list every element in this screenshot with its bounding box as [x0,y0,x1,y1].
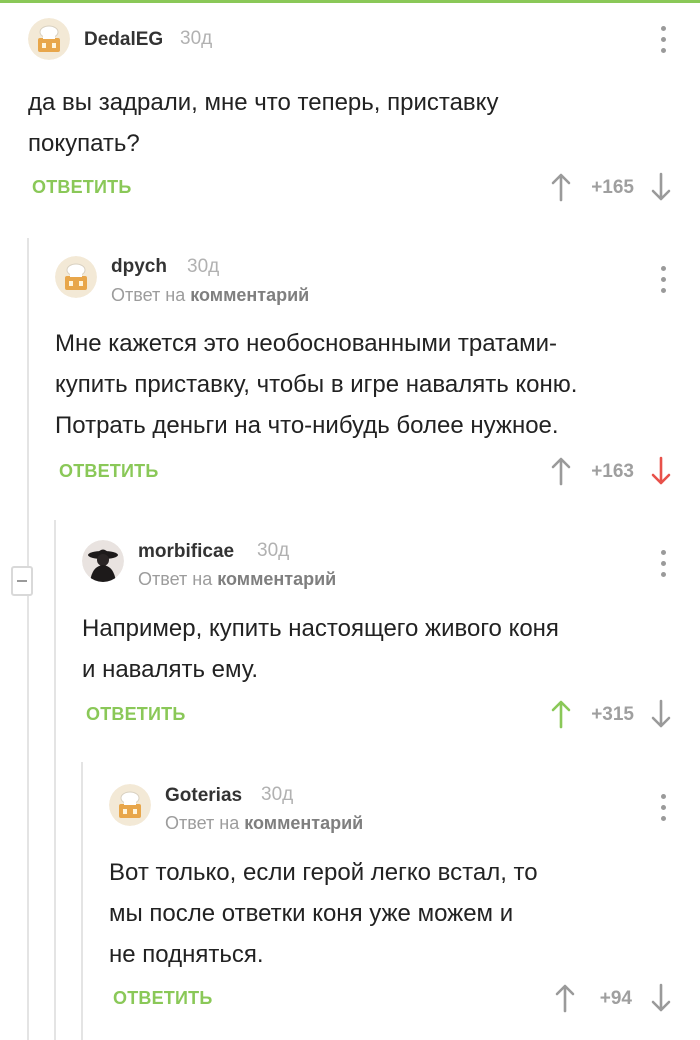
username[interactable]: dpych [111,256,167,278]
vote-block: +94 [554,983,679,1015]
username[interactable]: morbificae [138,541,234,563]
arrow-down-icon[interactable] [650,456,672,486]
top-accent-bar [0,0,700,3]
arrow-up-icon[interactable] [550,456,572,486]
comment-time: 30д [187,256,220,277]
reply-button[interactable]: ОТВЕТИТЬ [59,461,158,482]
arrow-up-icon[interactable] [550,699,572,729]
arrow-down-icon[interactable] [650,172,672,202]
comment-text: да вы задрали, мне что теперь, приставку… [28,89,499,157]
reply-to-note: Ответ на комментарий [165,813,364,833]
vote-score: +163 [591,461,634,482]
thread-line-level-2 [54,520,56,1040]
username[interactable]: DedalEG [84,29,163,51]
arrow-down-icon[interactable] [650,983,672,1013]
comment-text: Мне кажется это необоснованными тратами-… [55,330,578,439]
vote-score: +315 [591,704,634,725]
avatar[interactable] [55,256,97,298]
vote-score: +94 [599,988,632,1009]
reply-button[interactable]: ОТВЕТИТЬ [32,177,131,198]
hooded-figure-avatar-icon [82,540,124,582]
minus-icon [17,580,27,582]
comment-goterias: Goterias 30д Ответ на комментарий Вот то… [109,784,678,1024]
comment-dedaleg: DedalEG 30д да вы задрали, мне что тепер… [28,18,678,208]
thread-line-level-3 [81,762,83,1040]
more-options-icon[interactable] [658,266,668,296]
reply-to-link[interactable]: комментарий [217,569,336,589]
reply-to-note: Ответ на комментарий [138,569,337,589]
comment-morbificae: morbificae 30д Ответ на комментарий Напр… [82,540,678,740]
vote-score: +165 [591,177,634,198]
comment-dpych: dpych 30д Ответ на комментарий Мне кажет… [55,256,678,496]
more-options-icon[interactable] [658,794,668,824]
more-options-icon[interactable] [658,26,668,56]
avatar[interactable] [28,18,70,60]
vote-block: +165 [550,172,680,204]
chef-avatar-icon [109,784,151,826]
arrow-up-icon[interactable] [550,172,572,202]
reply-button[interactable]: ОТВЕТИТЬ [86,704,185,725]
avatar[interactable] [82,540,124,582]
username[interactable]: Goterias [165,785,242,807]
comment-text: Например, купить настоящего живого коня … [82,615,559,683]
comment-time: 30д [257,540,290,561]
vote-block: +315 [550,699,680,731]
comment-time: 30д [261,784,294,805]
reply-to-link[interactable]: комментарий [190,285,309,305]
thread-line-level-1 [27,238,29,1040]
comment-text: Вот только, если герой легко встал, то м… [109,859,538,968]
avatar[interactable] [109,784,151,826]
reply-to-note: Ответ на комментарий [111,285,310,305]
more-options-icon[interactable] [658,550,668,580]
vote-block: +163 [550,456,680,488]
chef-avatar-icon [55,256,97,298]
reply-button[interactable]: ОТВЕТИТЬ [113,988,212,1009]
comment-time: 30д [180,28,213,49]
reply-to-link[interactable]: комментарий [244,813,363,833]
arrow-down-icon[interactable] [650,699,672,729]
collapse-thread-button[interactable] [11,566,33,596]
chef-avatar-icon [28,18,70,60]
